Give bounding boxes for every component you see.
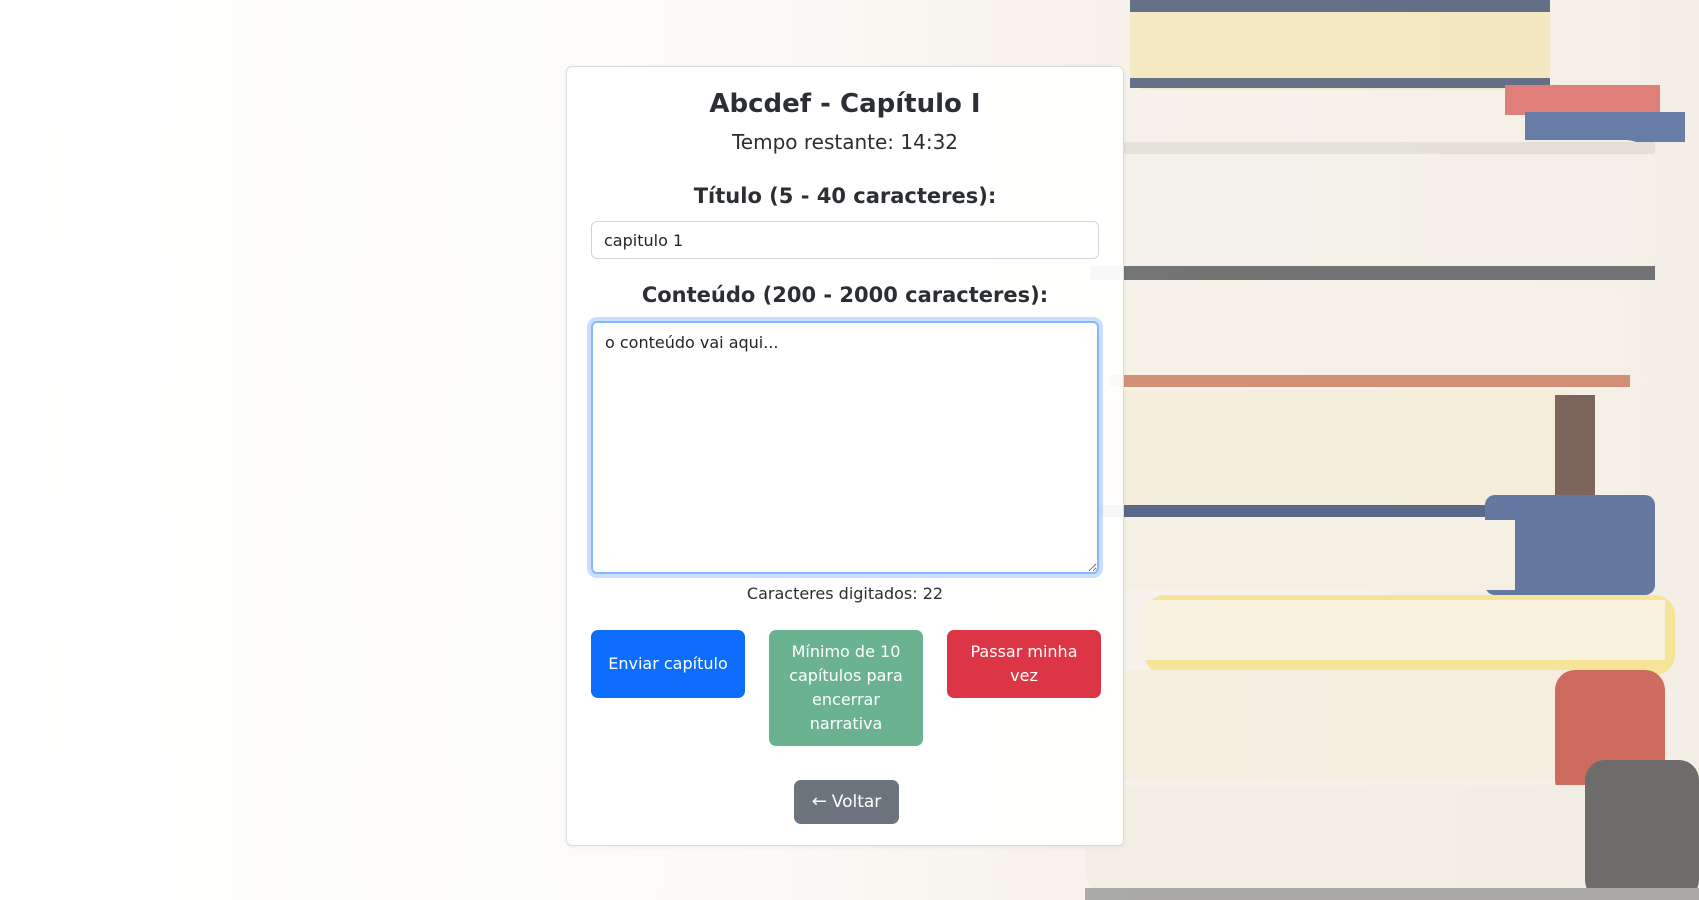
end-narrative-button[interactable]: Mínimo de 10 capítulos para encerrar nar… [769,630,923,746]
back-button[interactable]: ← Voltar [794,780,899,824]
title-field-label: Título (5 - 40 caracteres): [693,184,997,208]
character-counter: Caracteres digitados: 22 [746,584,944,603]
chapter-content-textarea[interactable]: o conteúdo vai aqui... [591,321,1099,574]
chapter-title-input[interactable] [591,221,1099,259]
pass-turn-button[interactable]: Passar minha vez [947,630,1101,698]
time-remaining: Tempo restante: 14:32 [731,130,959,154]
book-stack-background-image [1085,0,1699,900]
chapter-form-card: Abcdef - Capítulo I Tempo restante: 14:3… [566,66,1124,846]
arrow-left-icon: ← [811,791,827,812]
page-title: Abcdef - Capítulo I [709,89,981,119]
back-button-label: Voltar [831,792,882,812]
send-chapter-button[interactable]: Enviar capítulo [591,630,745,698]
content-field-label: Conteúdo (200 - 2000 caracteres): [641,283,1049,307]
